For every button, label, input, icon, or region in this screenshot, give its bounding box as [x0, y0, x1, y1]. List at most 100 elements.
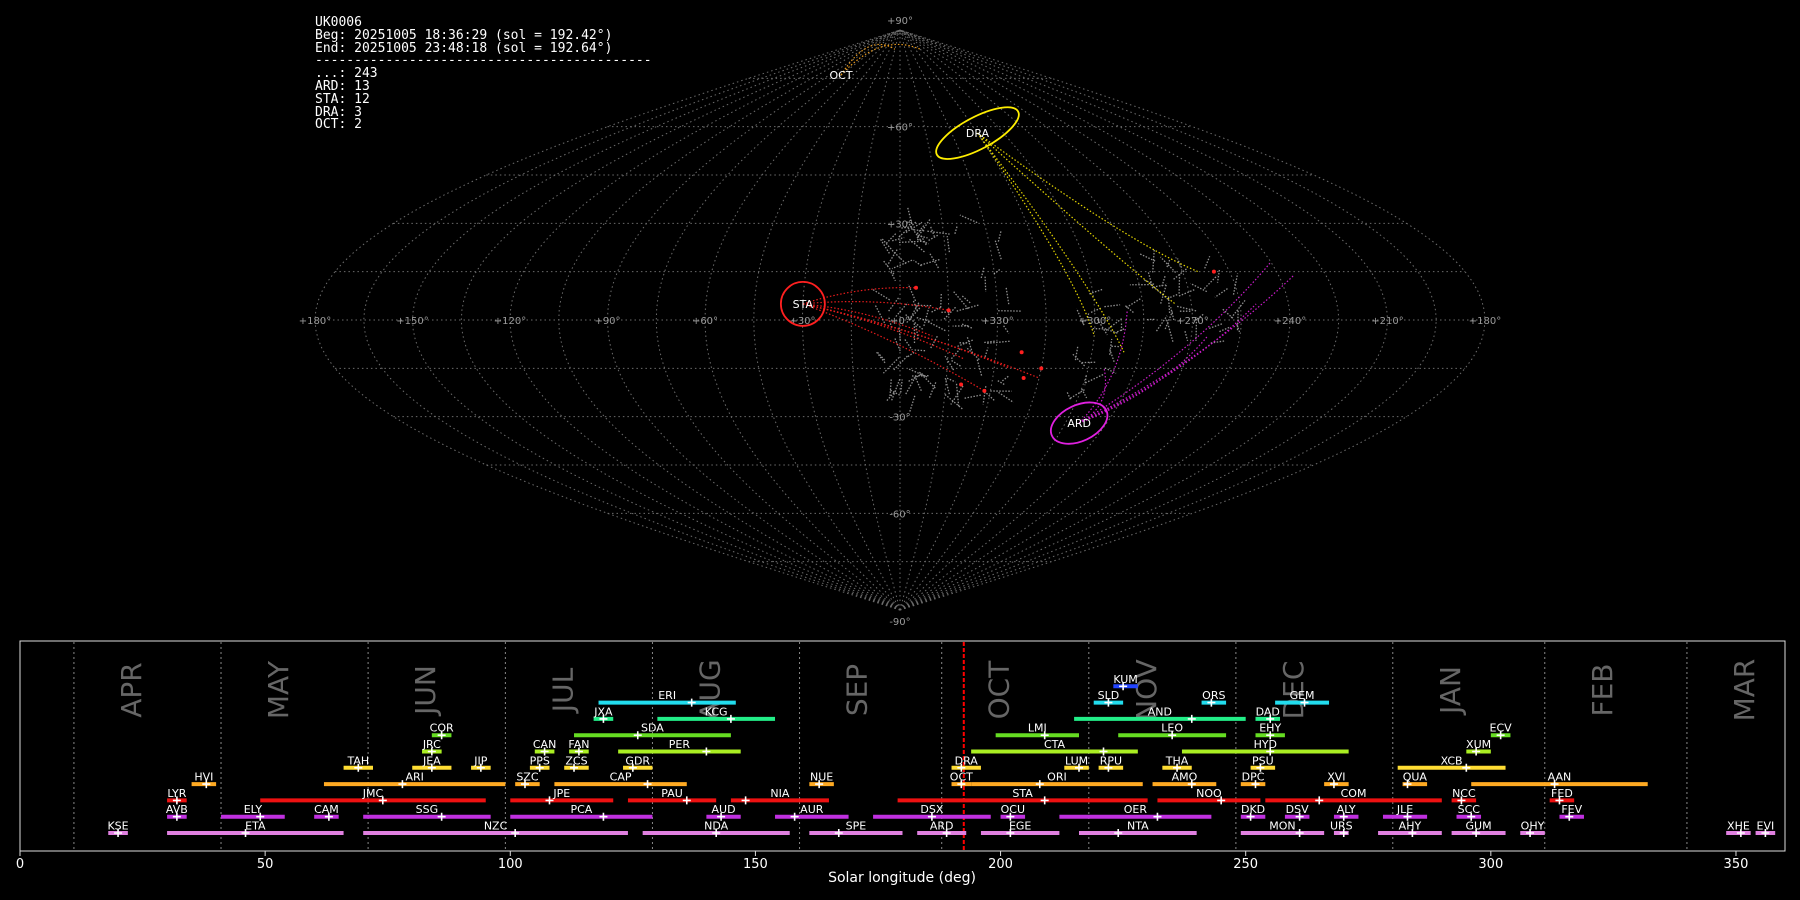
shower-label: NOO: [1196, 787, 1222, 800]
shower-aud: AUD: [706, 803, 741, 821]
x-tick-label: 100: [498, 857, 523, 872]
lon-tick-label: +120°: [494, 316, 526, 327]
sporadic-track: [1184, 331, 1189, 341]
sporadic-track: [984, 276, 987, 292]
shower-label: XHE: [1727, 820, 1750, 833]
dra-track: [977, 132, 1199, 273]
shower-amo: AMO: [1152, 771, 1217, 789]
shower-label: SLD: [1098, 689, 1120, 702]
shower-label: TAH: [346, 754, 369, 767]
shower-label: EGE: [1009, 820, 1031, 833]
x-axis-label: Solar longitude (deg): [828, 870, 976, 886]
shower-cap: CAP: [554, 771, 687, 789]
lat-tick-label: -30°: [889, 413, 910, 424]
sporadic-track: [954, 225, 958, 234]
x-tick-label: 50: [257, 857, 274, 872]
shower-peak-marker: [1187, 714, 1196, 723]
shower-label: ARD: [930, 820, 954, 833]
shower-label: ECV: [1490, 722, 1513, 735]
month-label-apr: APR: [115, 662, 148, 718]
shower-hvi: HVI: [191, 771, 217, 789]
sporadic-track: [928, 252, 939, 269]
shower-peak-marker: [511, 829, 520, 837]
shower-label: ELY: [244, 803, 263, 816]
shower-spe: SPE: [809, 820, 903, 837]
shower-label: SCC: [1458, 803, 1481, 816]
shower-jea: JEA: [412, 754, 452, 772]
shower-peak-marker: [790, 812, 799, 821]
shower-jmc: JMC: [260, 787, 486, 805]
shower-label: AUD: [712, 803, 736, 816]
shower-label: ORS: [1202, 689, 1225, 702]
shower-ors: ORS: [1201, 689, 1227, 707]
lon-tick-label: +180°: [1469, 316, 1501, 327]
shower-label: LMI: [1028, 722, 1047, 735]
shower-label: SDA: [641, 722, 664, 735]
shower-label: COM: [1341, 787, 1367, 800]
lat-tick-label: +90°: [887, 16, 913, 27]
sporadic-track: [1170, 307, 1175, 321]
sporadic-track: [886, 390, 897, 402]
sporadic-track: [944, 393, 963, 410]
shower-label: PER: [669, 738, 691, 751]
meteor-endpoint: [1019, 350, 1024, 355]
sporadic-track: [946, 236, 951, 253]
sporadic-track: [1160, 256, 1177, 273]
dra-radiant-label: DRA: [966, 127, 990, 140]
dra-track: [977, 132, 1176, 305]
shower-evi: EVI: [1755, 820, 1776, 837]
shower-kum: KUM: [1113, 673, 1138, 691]
sporadic-track: [1169, 293, 1178, 299]
sporadic-track: [1070, 389, 1085, 399]
shower-ncc: NCC: [1451, 787, 1477, 805]
month-label-may: MAY: [262, 660, 295, 719]
shower-peak-marker: [1462, 763, 1471, 772]
sporadic-track: [916, 218, 932, 239]
shower-ehy: EHY: [1255, 722, 1285, 740]
shower-label: EHY: [1259, 722, 1281, 735]
sporadic-track: [1207, 323, 1223, 330]
shower-dpc: DPC: [1240, 771, 1266, 789]
shower-label: AHY: [1399, 820, 1422, 833]
sporadic-track: [927, 321, 947, 332]
sporadic-track: [1204, 256, 1211, 269]
shower-dad: DAD: [1255, 705, 1281, 723]
lon-tick-label: +240°: [1274, 316, 1306, 327]
shower-label: PAU: [661, 787, 683, 800]
sporadic-track: [946, 377, 956, 383]
shower-mon: MON: [1240, 820, 1325, 837]
sporadic-track: [875, 350, 886, 364]
sporadic-track: [1210, 340, 1225, 344]
sporadic-track: [886, 249, 898, 267]
sporadic-track: [994, 240, 1002, 260]
shower-sta: STA: [897, 787, 1148, 805]
meteor-endpoints: [914, 269, 1216, 393]
shower-szc: SZC: [515, 771, 540, 789]
shower-label: OHY: [1521, 820, 1545, 833]
x-tick-label: 150: [743, 857, 768, 872]
oct-radiant-label: OCT: [830, 69, 853, 82]
sporadic-track: [900, 379, 903, 393]
shower-peak-marker: [682, 796, 691, 805]
lon-tick-label: +90°: [594, 316, 620, 327]
shower-label: ARI: [405, 771, 423, 784]
sporadic-track: [915, 316, 930, 323]
shower-pps: PPS: [530, 754, 550, 772]
sporadic-track: [914, 376, 922, 391]
sporadic-track: [1152, 284, 1166, 288]
shower-pca: PCA: [510, 803, 653, 821]
shower-fed: FED: [1549, 787, 1575, 805]
shower-label: NZC: [484, 820, 508, 833]
shower-label: JRC: [422, 738, 441, 751]
shower-dra: DRA: [951, 754, 981, 772]
sporadic-track: [885, 233, 897, 244]
shower-label: FEV: [1561, 803, 1582, 816]
shower-rpu: RPU: [1098, 754, 1124, 772]
sporadic-track: [916, 238, 929, 245]
shower-can: CAN: [533, 738, 556, 756]
sporadic-track: [920, 258, 941, 266]
sporadic-track: [1232, 273, 1239, 295]
shower-gdr: GDR: [623, 754, 653, 772]
sporadic-track: [907, 351, 916, 358]
shower-cta: CTA: [971, 738, 1138, 756]
